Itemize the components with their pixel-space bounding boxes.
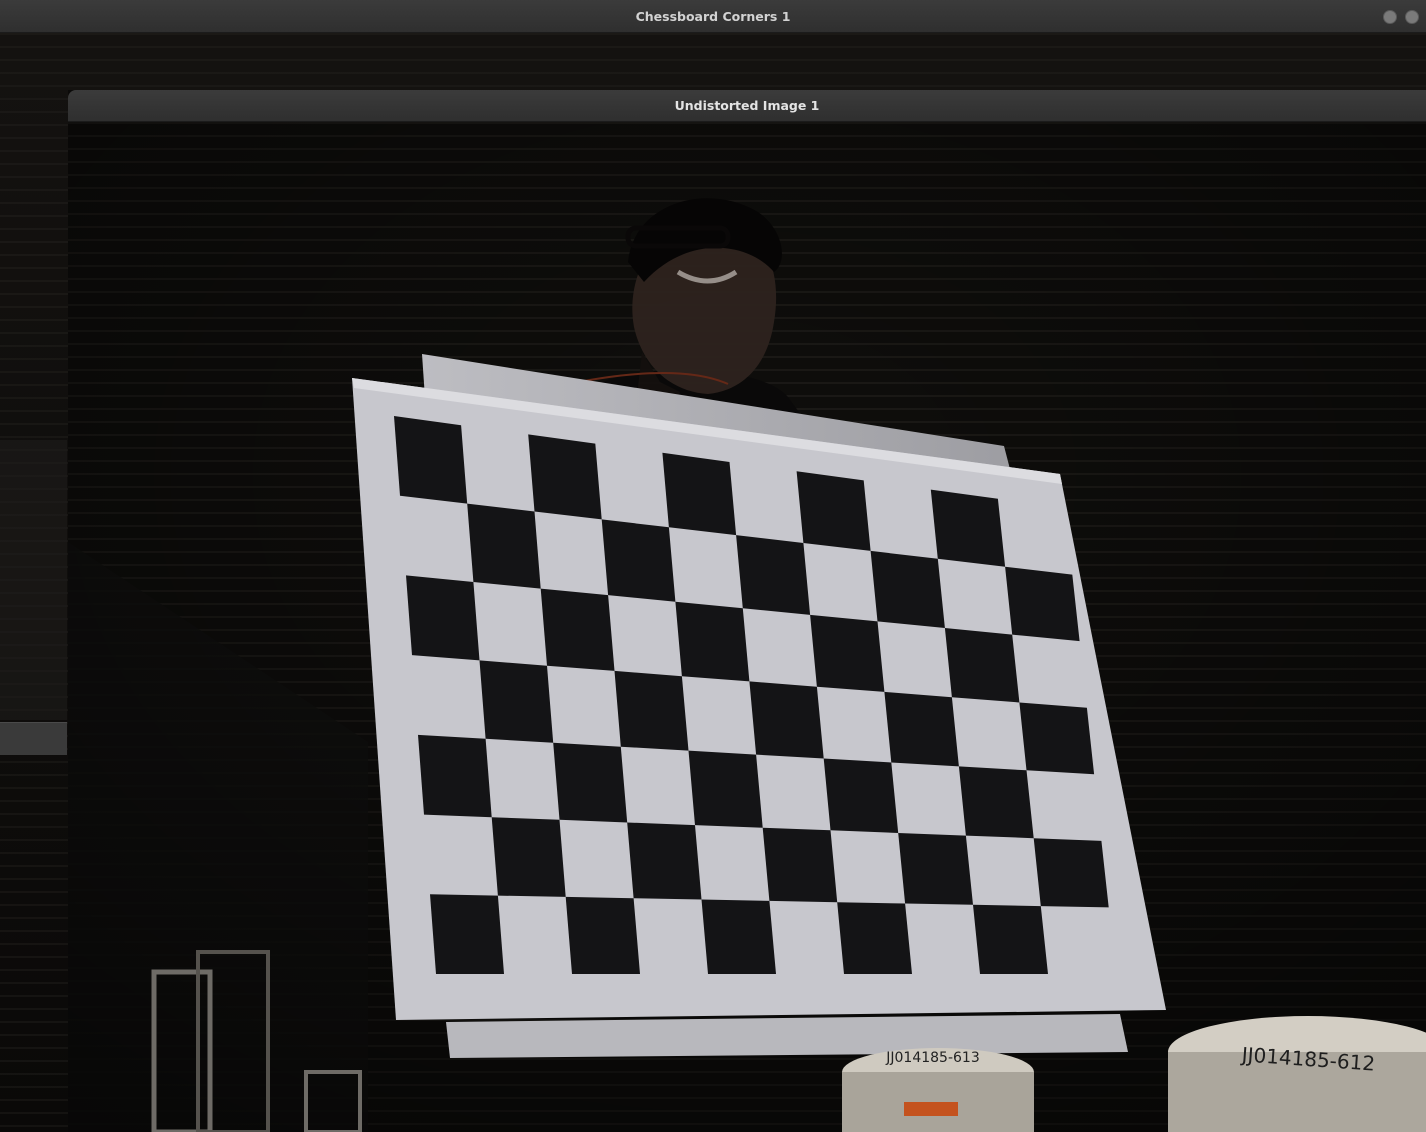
checker-square xyxy=(749,681,824,759)
image-canvas: JJ014185-613 JJ014185-612 xyxy=(68,122,1426,1132)
checker-square xyxy=(973,904,1048,974)
minimize-button[interactable] xyxy=(1383,10,1397,24)
stamp-text-left: JJ014185-613 xyxy=(885,1050,979,1066)
checker-square xyxy=(958,766,1034,839)
back-image-region xyxy=(0,440,67,720)
window-undistorted-image: Undistorted Image 1 JJ014185-613 JJ01418… xyxy=(68,90,1426,1132)
titlebar-chessboard-corners[interactable]: Chessboard Corners 1 xyxy=(0,0,1426,33)
checker-square xyxy=(898,833,973,905)
checker-square xyxy=(540,588,615,671)
checker-square xyxy=(1005,566,1080,642)
checker-square xyxy=(823,758,899,833)
checker-square xyxy=(601,519,676,602)
checker-square xyxy=(528,434,602,520)
checker-square xyxy=(406,575,480,661)
checker-square xyxy=(479,660,554,743)
checker-square xyxy=(930,489,1006,567)
close-button[interactable] xyxy=(1405,10,1419,24)
checker-square xyxy=(796,471,871,551)
checker-square xyxy=(565,896,640,974)
checker-square xyxy=(884,691,959,767)
checker-square xyxy=(736,535,811,615)
checker-square xyxy=(675,601,750,682)
back-window-strip xyxy=(0,722,67,755)
checker-square xyxy=(837,902,912,974)
checker-square xyxy=(467,503,541,589)
checker-square xyxy=(394,416,468,504)
checker-square xyxy=(870,550,945,628)
checker-square xyxy=(810,614,885,692)
checker-square xyxy=(1033,838,1109,908)
checker-square xyxy=(688,750,763,828)
checker-square xyxy=(430,894,504,974)
titlebar-undistorted-image[interactable]: Undistorted Image 1 xyxy=(68,90,1426,122)
checker-square xyxy=(553,742,628,823)
checker-square xyxy=(491,817,566,897)
checker-square xyxy=(701,899,776,974)
checker-square xyxy=(627,822,702,900)
checker-square xyxy=(662,452,737,536)
window-title: Chessboard Corners 1 xyxy=(635,9,791,24)
checker-square xyxy=(944,628,1020,703)
calibration-board xyxy=(352,378,1166,1020)
checker-square xyxy=(418,734,492,818)
checker-square xyxy=(614,670,689,751)
checker-square xyxy=(762,827,838,903)
window-title: Undistorted Image 1 xyxy=(674,98,820,113)
checker-square xyxy=(1019,702,1095,775)
undistorted-photo: JJ014185-613 JJ014185-612 xyxy=(68,122,1426,1132)
